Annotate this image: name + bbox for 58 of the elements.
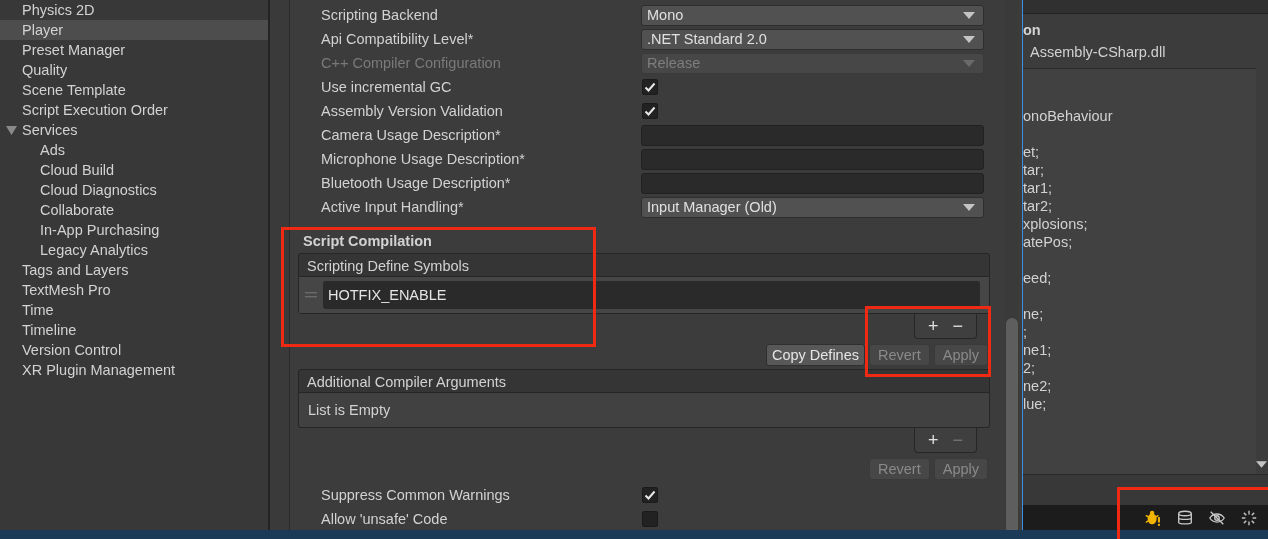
code-line: ; [1023,323,1029,341]
setting-label: Assembly Version Validation [321,103,504,119]
code-line: 2; [1023,359,1037,377]
sidebar-item[interactable]: Cloud Build [0,160,268,180]
setting-label: Api Compatibility Level* [321,31,475,47]
code-line: ne2; [1023,377,1053,395]
setting-label: Suppress Common Warnings [321,487,511,503]
list-header: Scripting Define Symbols [298,253,990,277]
sidebar-item[interactable]: Preset Manager [0,40,268,60]
setting-label: Camera Usage Description* [321,127,502,143]
code-line: ne1; [1023,341,1053,359]
code-line: ne; [1023,305,1045,323]
setting-label: Microphone Usage Description* [321,151,526,167]
remove-button[interactable]: − [947,316,968,336]
code-line: tar; [1023,161,1045,179]
sidebar-item[interactable]: Collaborate [0,200,268,220]
sidebar-item[interactable]: Version Control [0,340,268,360]
sidebar-item[interactable]: Time [0,300,268,320]
code-line: xplosions; [1023,215,1089,233]
sidebar-item[interactable]: Player [0,20,268,40]
setting-label: Use incremental GC [321,79,453,95]
code-line: eed; [1023,269,1053,287]
sidebar-item[interactable]: Timeline [0,320,268,340]
section-title: Script Compilation [303,232,433,250]
list-header: Additional Compiler Arguments [298,369,990,393]
sidebar-item[interactable]: In-App Purchasing [0,220,268,240]
assembly-name: Assembly-CSharp.dll [1029,43,1167,62]
sidebar-item[interactable]: XR Plugin Management [0,360,268,380]
inspector-heading: on [1023,21,1042,40]
setting-label: C++ Compiler Configuration [321,55,502,71]
add-button[interactable]: + [922,430,944,450]
dropdown[interactable]: Mono [641,4,984,26]
add-button[interactable]: + [922,316,944,336]
sidebar-item[interactable]: Physics 2D [0,0,268,20]
symbol-field[interactable]: HOTFIX_ENABLE [323,281,980,309]
sidebar-item[interactable]: Legacy Analytics [0,240,268,260]
sidebar-item[interactable]: Services [0,120,268,140]
code-line: lue; [1023,395,1048,413]
sidebar-item[interactable]: Cloud Diagnostics [0,180,268,200]
code-line: tar2; [1023,197,1053,215]
empty-list-text: List is Empty [307,401,392,420]
setting-label: Active Input Handling* [321,199,465,215]
sidebar-item[interactable]: Tags and Layers [0,260,268,280]
sidebar-item[interactable]: Ads [0,140,268,160]
sidebar-item[interactable]: Script Execution Order [0,100,268,120]
code-line: atePos; [1023,233,1074,251]
setting-label: Allow 'unsafe' Code [321,511,449,527]
dropdown[interactable]: .NET Standard 2.0 [641,28,984,50]
sidebar-item[interactable]: Scene Template [0,80,268,100]
sidebar-item[interactable]: TextMesh Pro [0,280,268,300]
code-line: onoBehaviour [1023,107,1114,125]
dropdown[interactable]: Input Manager (Old) [641,196,984,218]
setting-label: Bluetooth Usage Description* [321,175,512,191]
sidebar-item[interactable]: Quality [0,60,268,80]
code-line: tar1; [1023,179,1053,197]
action-button[interactable]: Copy Defines [765,344,865,366]
setting-label: Scripting Backend [321,7,439,23]
code-line: et; [1023,143,1041,161]
